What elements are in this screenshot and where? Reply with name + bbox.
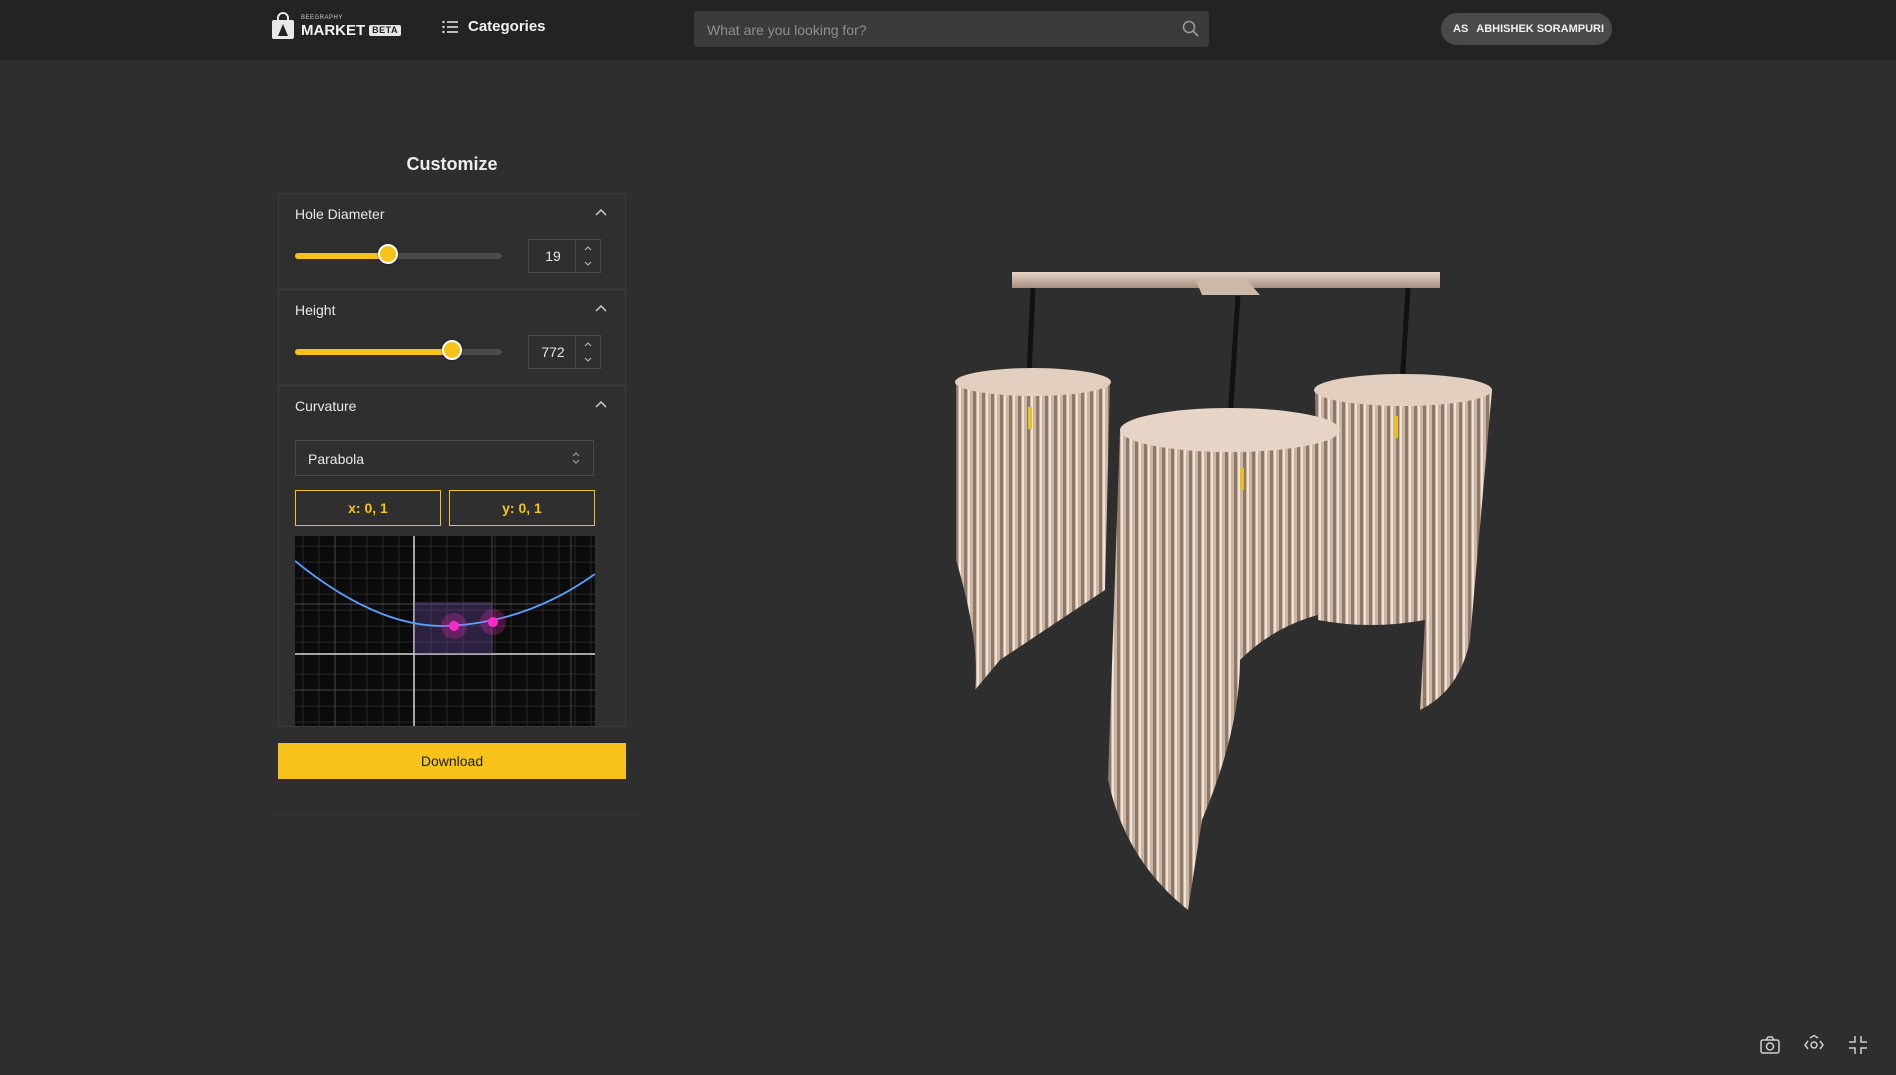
- screenshot-icon[interactable]: [1760, 1035, 1780, 1055]
- shopping-bag-icon: [272, 12, 294, 39]
- increment-button[interactable]: [575, 336, 600, 352]
- customize-panel: Hole Diameter 19 Height 772 Curvature Pa…: [278, 193, 626, 727]
- chime-top-bar: [1012, 272, 1440, 295]
- y-range-button[interactable]: y: 0, 1: [449, 490, 595, 526]
- x-range-button[interactable]: x: 0, 1: [295, 490, 441, 526]
- control-point-handle[interactable]: [449, 621, 459, 631]
- height-section: Height 772: [279, 290, 625, 386]
- height-slider[interactable]: [295, 340, 502, 360]
- categories-label: Categories: [468, 18, 546, 35]
- viewer-toolbar: [1760, 1035, 1868, 1055]
- height-value[interactable]: 772: [529, 336, 577, 368]
- decrement-button[interactable]: [575, 352, 600, 368]
- increment-button[interactable]: [575, 240, 600, 256]
- logo-brand-text: BEEGRAPHY: [301, 14, 343, 21]
- collapse-chevron-icon[interactable]: [595, 400, 607, 408]
- beta-badge: BETA: [369, 24, 402, 36]
- market-logo[interactable]: BEEGRAPHY MARKET BETA: [271, 12, 402, 40]
- chevron-up-icon: [584, 246, 592, 251]
- customize-title: Customize: [406, 154, 498, 174]
- categories-menu-button[interactable]: Categories: [442, 18, 546, 35]
- list-menu-icon: [442, 20, 458, 33]
- hole-diameter-value[interactable]: 19: [529, 240, 577, 272]
- avatar: AS: [1453, 23, 1469, 35]
- user-account-button[interactable]: AS ABHISHEK SORAMPURI: [1441, 13, 1612, 45]
- hole-diameter-section: Hole Diameter 19: [279, 194, 625, 290]
- chevron-down-icon: [584, 261, 592, 266]
- slider-fill: [295, 253, 389, 259]
- right-chime-cylinder: [1314, 374, 1492, 710]
- search-bar: [694, 11, 1209, 49]
- user-name: ABHISHEK SORAMPURI: [1476, 23, 1605, 35]
- exit-fullscreen-icon[interactable]: [1848, 1035, 1868, 1055]
- curvature-label: Curvature: [295, 398, 357, 414]
- decrement-button[interactable]: [575, 256, 600, 272]
- model-viewer[interactable]: [940, 260, 1510, 920]
- slider-thumb[interactable]: [378, 244, 399, 264]
- logo-market-text: MARKET: [301, 21, 366, 39]
- focus-icon[interactable]: [1804, 1035, 1824, 1055]
- hole-diameter-label: Hole Diameter: [295, 206, 385, 222]
- collapse-chevron-icon[interactable]: [595, 304, 607, 312]
- control-point-handle[interactable]: [488, 617, 498, 627]
- hole-diameter-number-input[interactable]: 19: [528, 239, 601, 273]
- height-number-input[interactable]: 772: [528, 335, 601, 369]
- collapse-chevron-icon[interactable]: [595, 208, 607, 216]
- curvature-type-select[interactable]: Parabola: [295, 440, 594, 476]
- curve-editor-canvas[interactable]: [295, 536, 595, 726]
- chevron-down-icon: [584, 357, 592, 362]
- center-chime-cylinder: [1108, 408, 1340, 910]
- chevron-up-icon: [584, 342, 592, 347]
- download-button[interactable]: Download: [278, 743, 626, 779]
- divider: [270, 815, 640, 816]
- curve-editor[interactable]: [295, 536, 595, 726]
- search-icon[interactable]: [1182, 20, 1199, 37]
- slider-thumb[interactable]: [442, 340, 463, 360]
- slider-fill: [295, 349, 453, 355]
- curvature-type-value: Parabola: [308, 451, 365, 467]
- select-arrows-icon: [572, 452, 580, 464]
- hole-diameter-slider[interactable]: [295, 244, 502, 264]
- left-chime-cylinder: [955, 368, 1111, 690]
- search-input[interactable]: [694, 11, 1179, 49]
- height-label: Height: [295, 302, 336, 318]
- top-navigation-bar: BEEGRAPHY MARKET BETA Categories AS ABHI…: [0, 0, 1896, 61]
